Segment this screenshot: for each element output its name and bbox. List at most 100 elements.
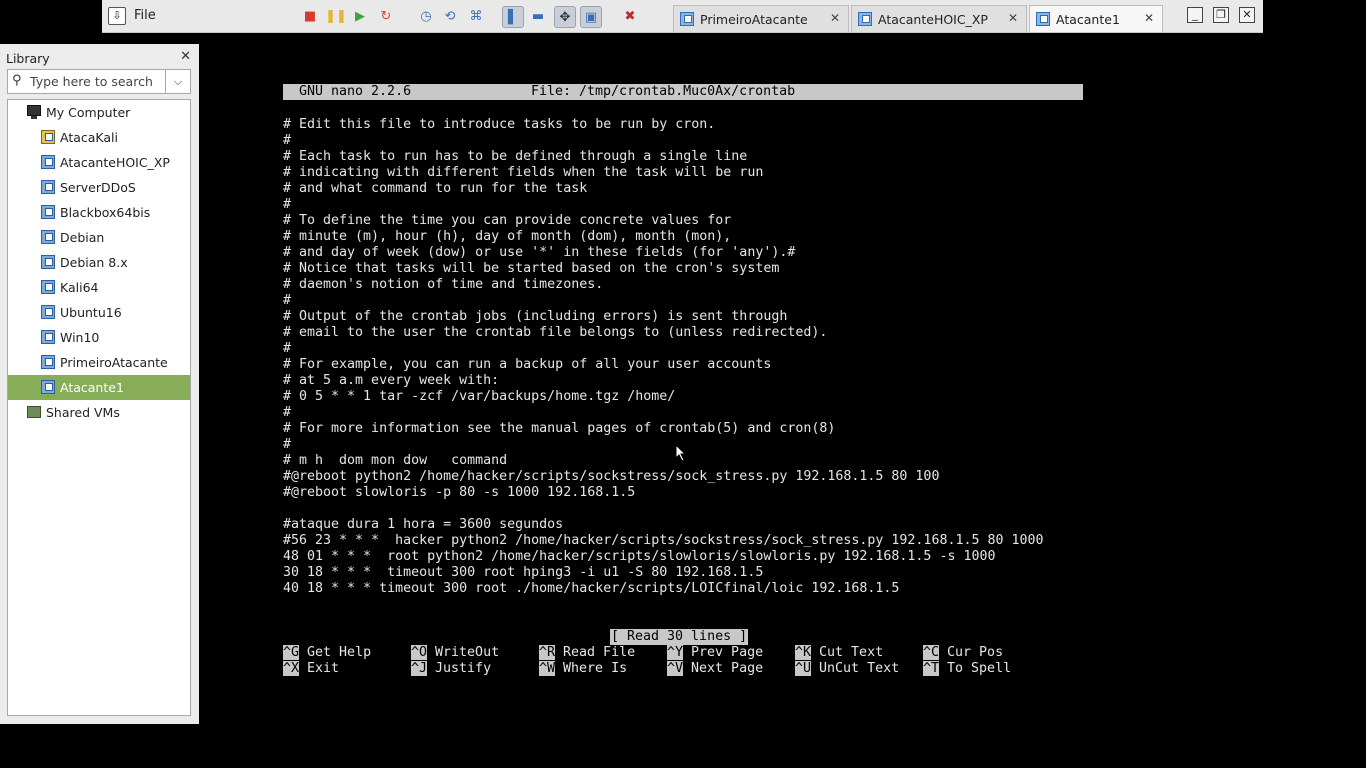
- nano-title-bar: GNU nano 2.2.6 File: /tmp/crontab.Muc0Ax…: [283, 84, 1083, 100]
- tree-item-my-computer[interactable]: My Computer: [8, 100, 190, 125]
- tree-item-vm[interactable]: Debian: [8, 225, 190, 250]
- minimize-button[interactable]: _: [1187, 7, 1203, 23]
- pin-icon[interactable]: ⇩: [108, 7, 126, 25]
- full-screen-button[interactable]: ✥: [554, 6, 576, 28]
- shortcut-key: ^X: [283, 661, 300, 676]
- editor-line: #: [283, 437, 292, 452]
- file-menu[interactable]: File: [134, 8, 156, 23]
- nano-editor[interactable]: # Edit this file to introduce tasks to b…: [283, 117, 1044, 597]
- tab-primeiroatacante[interactable]: PrimeiroAtacante ✕: [673, 5, 849, 32]
- restore-button[interactable]: ❐: [1213, 7, 1229, 23]
- editor-line: 48 01 * * * root python2 /home/hacker/sc…: [283, 549, 996, 564]
- tree-label: AtacaKali: [60, 130, 119, 145]
- tree-label: Debian: [60, 230, 105, 245]
- editor-line: # indicating with different fields when …: [283, 165, 764, 180]
- tree-item-vm[interactable]: Atacante1: [8, 375, 190, 400]
- editor-line: # at 5 a.m every week with:: [283, 373, 500, 388]
- vm-icon: [41, 205, 55, 219]
- tree-label: AtacanteHOIC_XP: [60, 155, 170, 170]
- chevron-down-icon[interactable]: ⌵: [165, 70, 190, 93]
- suspend-button[interactable]: ❚❚: [325, 6, 347, 26]
- vm-icon: [41, 280, 55, 294]
- shortcut-key: ^V: [667, 661, 684, 676]
- power-off-button[interactable]: ■: [300, 6, 320, 26]
- tree-item-vm[interactable]: Ubuntu16: [8, 300, 190, 325]
- tree-label: My Computer: [46, 105, 131, 120]
- nano-version: GNU nano 2.2.6: [299, 84, 412, 99]
- tree-label: Blackbox64bis: [60, 205, 151, 220]
- close-icon[interactable]: ✕: [830, 11, 840, 25]
- tree-item-shared-vms[interactable]: Shared VMs: [8, 400, 190, 425]
- editor-line: # and day of week (dow) or use '*' in th…: [283, 245, 796, 260]
- reset-button[interactable]: ↻: [376, 6, 396, 26]
- power-on-button[interactable]: ▶: [350, 6, 370, 26]
- shortcut-label: Cut Text: [819, 645, 884, 660]
- vm-icon: [41, 330, 55, 344]
- editor-line: # 0 5 * * 1 tar -zcf /var/backups/home.t…: [283, 389, 676, 404]
- revert-snapshot-button[interactable]: ⟲: [440, 6, 460, 26]
- shortcut-cur-pos: ^C Cur Pos: [923, 645, 1003, 661]
- tree-item-vm[interactable]: Debian 8.x: [8, 250, 190, 275]
- snapshot-button[interactable]: ◷: [416, 6, 436, 26]
- shortcut-key: ^T: [923, 661, 940, 676]
- search-icon: ⚲: [12, 73, 22, 88]
- editor-line: #: [283, 405, 292, 420]
- library-panel: Library ✕ ⚲ ⌵ My Computer AtacaKali Ataca…: [0, 44, 199, 724]
- vm-icon: [858, 12, 872, 26]
- search-input[interactable]: [30, 72, 166, 91]
- snapshot-manager-icon: ⌘: [469, 8, 483, 24]
- close-library-icon[interactable]: ✕: [180, 49, 191, 64]
- disconnect-button[interactable]: ✖: [620, 6, 640, 26]
- shortcut-where-is: ^W Where Is: [539, 661, 627, 677]
- shortcut-key: ^U: [795, 661, 812, 676]
- tree-item-vm[interactable]: ServerDDoS: [8, 175, 190, 200]
- editor-line: # Each task to run has to be defined thr…: [283, 149, 748, 164]
- vm-console[interactable]: GNU nano 2.2.6 File: /tmp/crontab.Muc0Ax…: [199, 44, 1366, 768]
- tree-item-vm[interactable]: AtacanteHOIC_XP: [8, 150, 190, 175]
- vm-icon: [41, 130, 55, 144]
- shortcut-key: ^O: [411, 645, 428, 660]
- editor-line: #56 23 * * * hacker python2 /home/hacker…: [283, 533, 1044, 548]
- editor-line: #: [283, 133, 292, 148]
- tree-item-vm[interactable]: PrimeiroAtacante: [8, 350, 190, 375]
- close-icon[interactable]: ✕: [1008, 11, 1018, 25]
- close-window-button[interactable]: ✕: [1239, 7, 1255, 23]
- tree-item-vm[interactable]: Blackbox64bis: [8, 200, 190, 225]
- power-on-icon: ▶: [355, 8, 365, 24]
- editor-line: #@reboot slowloris -p 80 -s 1000 192.168…: [283, 485, 636, 500]
- snapshot-manager-button[interactable]: ⌘: [466, 6, 486, 26]
- shortcut-label: Prev Page: [691, 645, 764, 660]
- show-library-button[interactable]: ▌: [502, 6, 524, 28]
- revert-snapshot-icon: ⟲: [444, 8, 456, 24]
- shortcut-next-page: ^V Next Page: [667, 661, 763, 677]
- editor-line: # minute (m), hour (h), day of month (do…: [283, 229, 732, 244]
- shortcut-key: ^K: [795, 645, 812, 660]
- vm-icon: [41, 180, 55, 194]
- vm-icon: [41, 255, 55, 269]
- editor-line: # Notice that tasks will be started base…: [283, 261, 780, 276]
- editor-line: 40 18 * * * timeout 300 root ./home/hack…: [283, 581, 900, 596]
- suspend-icon: ❚❚: [325, 8, 347, 24]
- unity-icon: ▣: [584, 9, 598, 25]
- shortcut-label: Where Is: [563, 661, 628, 676]
- shortcut-cut-text: ^K Cut Text: [795, 645, 883, 661]
- tree-item-vm[interactable]: Kali64: [8, 275, 190, 300]
- tab-atacantehoic-xp[interactable]: AtacanteHOIC_XP ✕: [851, 5, 1027, 32]
- shortcut-label: Cur Pos: [947, 645, 1004, 660]
- tab-label: Atacante1: [1056, 12, 1120, 27]
- computer-icon: [27, 105, 41, 119]
- tab-atacante1[interactable]: Atacante1 ✕: [1029, 5, 1163, 32]
- tree-item-vm[interactable]: AtacaKali: [8, 125, 190, 150]
- thumbnail-bar-button[interactable]: ▬: [528, 6, 548, 26]
- unity-button[interactable]: ▣: [580, 6, 602, 28]
- close-icon[interactable]: ✕: [1144, 11, 1154, 25]
- nano-file-name: File: /tmp/crontab.Muc0Ax/crontab: [531, 84, 796, 99]
- tree-item-vm[interactable]: Win10: [8, 325, 190, 350]
- tree-label: Win10: [60, 330, 100, 345]
- vm-icon: [41, 355, 55, 369]
- library-title: Library: [6, 51, 50, 66]
- editor-line: # daemon's notion of time and timezones.: [283, 277, 604, 292]
- editor-line: # m h dom mon dow command: [283, 453, 508, 468]
- shortcut-label: Next Page: [691, 661, 764, 676]
- shortcut-get-help: ^G Get Help: [283, 645, 371, 661]
